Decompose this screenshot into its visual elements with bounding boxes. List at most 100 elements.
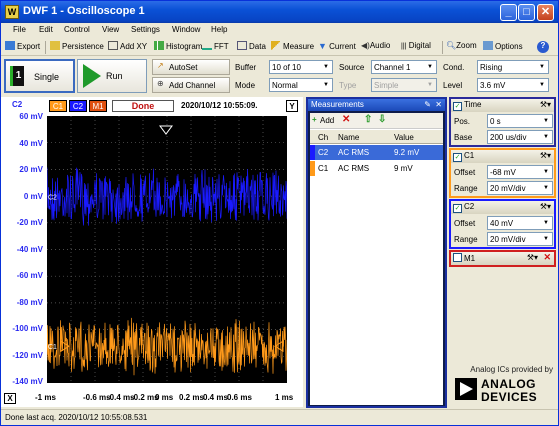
menu-settings[interactable]: Settings (131, 25, 160, 34)
type-select: Simple ▼ (371, 78, 437, 92)
menu-control[interactable]: Control (64, 25, 90, 34)
c1-range-select[interactable]: 20 mV/div ▼ (487, 181, 553, 195)
measurements-title: Measurements (311, 100, 364, 109)
measure-button[interactable]: Measure (271, 41, 314, 51)
c1-offset-input[interactable]: -68 mV ▼ (487, 165, 553, 179)
c1-badge[interactable]: C1 (49, 100, 67, 112)
current-button[interactable]: ▼ Current (318, 41, 356, 51)
col-value: Value (394, 133, 414, 142)
scope-plot[interactable]: C2 C1 C2 M1 Done 2020/10/12 10:55:09. Y … (1, 97, 303, 407)
table-icon (237, 41, 247, 50)
c1-checkbox[interactable]: ✓ (453, 153, 462, 162)
level-label: Level (443, 81, 463, 90)
chevron-down-icon: ▼ (539, 64, 545, 70)
buffer-select[interactable]: 10 of 10 ▼ (269, 60, 333, 74)
menu-file[interactable]: File (13, 25, 26, 34)
options-button[interactable]: Options (483, 41, 523, 51)
m1-checkbox[interactable] (453, 253, 462, 262)
histogram-button[interactable]: Histogram (154, 41, 202, 51)
audio-button[interactable]: ◀)Audio (361, 41, 390, 50)
y-tick-label: -120 mV (12, 350, 43, 360)
table-row[interactable]: C2 AC RMS 9.2 mV (310, 145, 443, 160)
maximize-button[interactable]: □ (518, 4, 535, 21)
app-icon: W (5, 5, 19, 19)
c1-panel: ✓ C1 ⚒▾ Offset -68 mV ▼ Range 20 mV/div ▼ (449, 148, 556, 198)
time-panel: ✓ Time ⚒▾ Pos. 0 s ▼ Base 200 us/div ▼ (449, 97, 556, 147)
options-icon (483, 41, 493, 50)
chevron-down-icon: ▼ (323, 64, 329, 70)
scope-screen[interactable]: C2 C1 (47, 116, 287, 383)
chevron-down-icon: ▼ (323, 82, 329, 88)
menu-window[interactable]: Window (172, 25, 200, 34)
control-row: 1 Single Run ↗ AutoSet ⊕ Add Channel Buf… (1, 57, 558, 95)
digital-button[interactable]: ||| Digital (401, 41, 431, 50)
measurements-panel: Measurements ✎ ✕ + Add ✕ ⇧ ⇩ Ch Name Val… (306, 97, 447, 408)
add-measurement-button[interactable]: Add (320, 116, 334, 125)
x-tick-label: 0.6 ms (227, 393, 252, 402)
time-base-select[interactable]: 200 us/div ▼ (487, 130, 553, 144)
move-up-icon[interactable]: ⇧ (364, 114, 372, 125)
close-button[interactable]: ✕ (537, 4, 554, 21)
m1-badge[interactable]: M1 (89, 100, 107, 112)
measure-icon (271, 41, 281, 50)
source-select[interactable]: Channel 1 ▼ (371, 60, 437, 74)
menu-help[interactable]: Help (211, 25, 227, 34)
speaker-icon: ◀) (361, 41, 370, 50)
remove-math-icon[interactable]: ✕ (543, 252, 551, 263)
panel-menu-icon[interactable]: ⚒▾ (540, 100, 551, 109)
level-input[interactable]: 3.6 mV ▼ (477, 78, 549, 92)
move-down-icon[interactable]: ⇩ (378, 114, 386, 125)
c2-color-swatch (310, 145, 315, 160)
digital-icon: ||| (401, 43, 407, 50)
table-row[interactable]: C1 AC RMS 9 mV (310, 161, 443, 176)
data-button[interactable]: Data (237, 41, 266, 51)
type-label: Type (339, 81, 357, 90)
c2-offset-input[interactable]: 40 mV ▼ (487, 216, 553, 230)
zoom-button[interactable]: 🔍︎Zoom (446, 41, 477, 50)
y-tick-label: -100 mV (12, 324, 43, 333)
add-channel-button[interactable]: ⊕ Add Channel (152, 77, 230, 93)
panel-close-icon[interactable]: ✕ (435, 100, 442, 109)
delete-icon[interactable]: ✕ (342, 114, 350, 125)
mode-label: Mode (235, 81, 256, 90)
panel-menu-icon[interactable]: ⚒▾ (540, 202, 551, 211)
autoset-icon: ↗ (157, 61, 164, 70)
c2-badge[interactable]: C2 (69, 100, 87, 112)
menu-view[interactable]: View (102, 25, 119, 34)
measurements-header: Measurements ✎ ✕ (308, 99, 445, 111)
acquisition-timestamp: 2020/10/12 10:55:09. (181, 101, 258, 110)
autoset-button[interactable]: ↗ AutoSet (152, 59, 230, 75)
cond-label: Cond. (443, 63, 465, 72)
mode-select[interactable]: Normal ▼ (269, 78, 333, 92)
c2-checkbox[interactable]: ✓ (453, 204, 462, 213)
x-tick-label: -1 ms (35, 393, 56, 402)
single-button[interactable]: 1 Single (4, 59, 75, 93)
menu-edit[interactable]: Edit (39, 25, 53, 34)
run-button[interactable]: Run (77, 59, 147, 93)
menu-bar: File Edit Control View Settings Window H… (1, 23, 558, 37)
export-icon (5, 41, 15, 50)
play-icon (83, 64, 101, 88)
c2-range-select[interactable]: 20 mV/div ▼ (487, 232, 553, 246)
fft-button[interactable]: FFT (202, 41, 229, 51)
time-checkbox[interactable]: ✓ (453, 102, 462, 111)
c1-color-swatch (310, 161, 315, 176)
add-icon: + (312, 115, 317, 124)
y-tick-label: 40 mV (19, 138, 43, 148)
time-position-input[interactable]: 0 s ▼ (487, 114, 553, 128)
y-axis-button[interactable]: Y (286, 100, 298, 112)
fft-icon (202, 41, 212, 50)
add-xy-button[interactable]: Add XY (108, 41, 147, 51)
time-panel-header: ✓ Time ⚒▾ (451, 99, 554, 112)
persistence-button[interactable]: Persistence (50, 41, 104, 51)
help-icon[interactable]: ? (537, 41, 549, 53)
x-axis-button[interactable]: X (4, 393, 16, 404)
minimize-button[interactable]: _ (500, 4, 517, 21)
panel-menu-icon[interactable]: ⚒▾ (540, 151, 551, 160)
cond-select[interactable]: Rising ▼ (477, 60, 549, 74)
export-button[interactable]: Export (5, 41, 40, 51)
col-name: Name (338, 133, 360, 142)
panel-menu-icon[interactable]: ⚒▾ (527, 253, 538, 262)
persistence-icon (50, 41, 60, 50)
pin-icon[interactable]: ✎ (424, 100, 431, 109)
